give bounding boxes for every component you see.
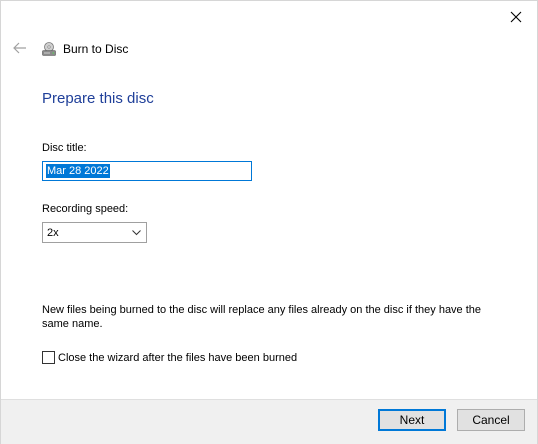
recording-speed-label: Recording speed: [42,203,129,215]
page-heading: Prepare this disc [42,90,154,107]
disc-title-input[interactable]: Mar 28 2022 [42,161,252,181]
cancel-button[interactable]: Cancel [457,409,525,431]
disc-title-value: Mar 28 2022 [46,164,110,178]
back-button[interactable] [11,39,29,57]
close-wizard-option[interactable]: Close the wizard after the files have be… [42,351,297,364]
close-wizard-checkbox[interactable] [42,351,55,364]
recording-speed-value: 2x [47,226,59,239]
wizard-title: Burn to Disc [63,42,129,56]
disc-title-label: Disc title: [42,142,87,154]
close-wizard-label: Close the wizard after the files have be… [58,351,298,364]
replace-info-text: New files being burned to the disc will … [42,304,482,330]
burn-to-disc-dialog: Burn to Disc Prepare this disc Disc titl… [0,0,538,444]
back-arrow-icon [13,42,26,54]
disc-drive-icon [42,42,56,56]
close-button[interactable] [501,5,531,29]
wizard-title-row: Burn to Disc [41,41,128,57]
next-button[interactable]: Next [378,409,446,431]
chevron-down-icon [132,230,141,236]
recording-speed-select[interactable]: 2x [42,222,147,243]
dialog-footer: Next Cancel [1,399,537,444]
close-icon [510,11,522,23]
